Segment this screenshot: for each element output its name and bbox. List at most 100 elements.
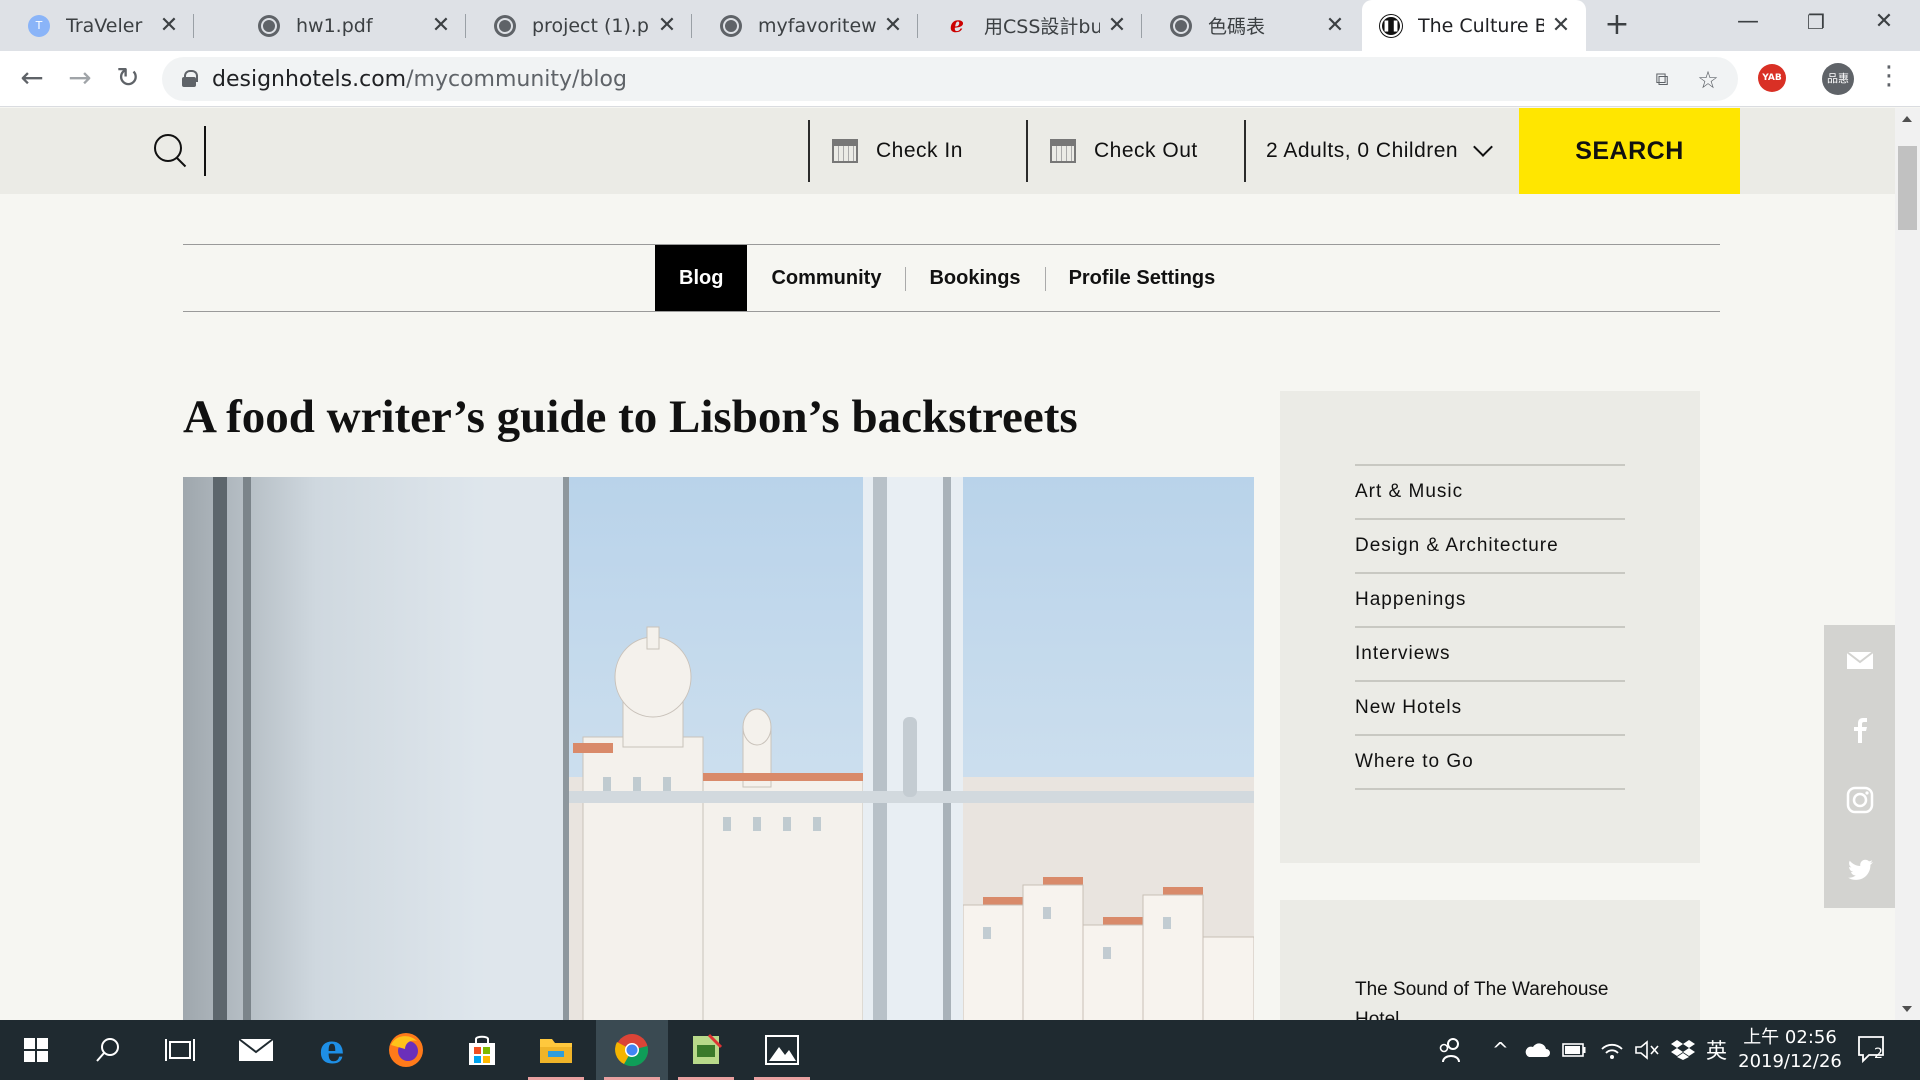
chevron-down-icon [1473, 137, 1494, 157]
guests-value: 2 Adults, 0 Children [1266, 139, 1459, 162]
task-view-icon[interactable] [144, 1020, 216, 1080]
people-icon[interactable] [1436, 1020, 1464, 1080]
category-where-to-go[interactable]: Where to Go [1355, 736, 1625, 790]
acrobat-icon: ℯ [950, 13, 964, 38]
avatar[interactable]: 品惠 [1822, 63, 1854, 95]
community-subnav: Blog Community Bookings Profile Settings [183, 244, 1720, 312]
tab-title: 色碼表 [1208, 16, 1266, 38]
scroll-down-arrow-icon[interactable] [1902, 1006, 1912, 1012]
category-design-architecture[interactable]: Design & Architecture [1355, 520, 1625, 574]
tab-blog[interactable]: Blog [655, 245, 748, 311]
category-panel: Art & Music Design & Architecture Happen… [1280, 391, 1700, 863]
category-interviews[interactable]: Interviews [1355, 628, 1625, 682]
close-tab-icon[interactable]: ✕ [1550, 13, 1572, 38]
firefox-icon[interactable] [370, 1020, 442, 1080]
category-happenings[interactable]: Happenings [1355, 574, 1625, 628]
tab-profile-settings[interactable]: Profile Settings [1044, 245, 1240, 311]
restore-icon[interactable]: ❐ [1782, 0, 1850, 44]
page-viewport: Check In Check Out 2 Adults, 0 Children … [0, 108, 1920, 1020]
calendar-icon [832, 139, 858, 163]
hero-image[interactable] [183, 477, 1254, 1020]
email-icon[interactable] [1824, 625, 1895, 695]
close-tab-icon[interactable]: ✕ [656, 13, 678, 38]
check-in-label: Check In [876, 139, 963, 162]
tab-css-button[interactable]: ℯ 用CSS設計butt ✕ [918, 0, 1142, 51]
edge-glyph: e [319, 1026, 345, 1073]
related-post-link[interactable]: The Sound of The Warehouse Hotel [1355, 975, 1635, 1020]
category-list: Art & Music Design & Architecture Happen… [1355, 464, 1625, 790]
edge-browser-icon[interactable]: e [296, 1020, 368, 1080]
scrollbar-thumb[interactable] [1898, 146, 1917, 230]
windows-start-icon[interactable] [0, 1020, 72, 1080]
tab-culture-blog[interactable]: ❚❚ The Culture Blo ✕ [1362, 0, 1586, 51]
forward-arrow-icon[interactable]: → [62, 61, 98, 97]
tab-hw1-pdf[interactable]: hw1.pdf ✕ [230, 0, 466, 51]
clock-time: 上午 02:56 [1743, 1027, 1837, 1048]
new-tab-icon[interactable]: + [1599, 8, 1635, 44]
search-icon[interactable] [152, 132, 188, 168]
tab-separator [193, 14, 194, 38]
bookmark-star-icon[interactable]: ☆ [1694, 66, 1722, 94]
category-new-hotels[interactable]: New Hotels [1355, 682, 1625, 736]
taskbar-clock[interactable]: 上午 02:56 2019/12/26 [1730, 1026, 1850, 1074]
translate-icon[interactable]: ⧉ [1648, 66, 1676, 94]
extension-badge[interactable]: YAB [1758, 64, 1786, 92]
tab-bookings[interactable]: Bookings [905, 245, 1044, 311]
close-tab-icon[interactable]: ✕ [882, 13, 904, 38]
battery-icon[interactable] [1562, 1020, 1586, 1080]
taskbar-search-icon[interactable] [72, 1020, 144, 1080]
close-tab-icon[interactable]: ✕ [1324, 13, 1346, 38]
browser-tab-strip: T TraVeler ✕ hw1.pdf ✕ project (1).pdf ✕… [0, 0, 1920, 51]
dropbox-icon[interactable] [1670, 1020, 1696, 1080]
tab-traveler[interactable]: T TraVeler ✕ [0, 0, 194, 51]
notepad-app-icon[interactable] [670, 1020, 742, 1080]
instagram-icon[interactable] [1824, 765, 1895, 835]
photos-app-icon[interactable] [746, 1020, 818, 1080]
close-tab-icon[interactable]: ✕ [1106, 13, 1128, 38]
volume-muted-icon[interactable] [1634, 1020, 1660, 1080]
tab-project-pdf[interactable]: project (1).pdf ✕ [466, 0, 692, 51]
chrome-icon[interactable] [596, 1020, 668, 1080]
input-method-indicator[interactable]: 英 [1706, 1020, 1727, 1080]
lock-icon [182, 70, 198, 87]
lisbon-window-view-illustration [183, 477, 1254, 1020]
scroll-up-arrow-icon[interactable] [1902, 116, 1912, 122]
address-bar[interactable]: designhotels.com/mycommunity/blog ⧉ ☆ [162, 57, 1738, 101]
page-scrollbar[interactable] [1895, 108, 1920, 1020]
category-art-music[interactable]: Art & Music [1355, 466, 1625, 520]
page-title[interactable]: A food writer’s guide to Lisbon’s backst… [183, 390, 1078, 444]
close-window-icon[interactable]: ✕ [1850, 0, 1918, 44]
onedrive-icon[interactable] [1524, 1020, 1550, 1080]
show-hidden-icons-chevron-icon[interactable]: ^ [1492, 1020, 1509, 1080]
file-explorer-icon[interactable] [520, 1020, 592, 1080]
globe-icon [494, 14, 516, 37]
tab-myfavoriteweb[interactable]: myfavoriteweb ✕ [692, 0, 918, 51]
tab-community[interactable]: Community [747, 245, 905, 311]
check-in-field[interactable]: Check In [808, 120, 1026, 182]
check-out-field[interactable]: Check Out [1026, 120, 1244, 182]
twitter-icon[interactable] [1824, 835, 1895, 905]
url-domain: designhotels.com [212, 67, 407, 92]
close-tab-icon[interactable]: ✕ [430, 13, 452, 38]
tab-color-table[interactable]: 色碼表 ✕ [1142, 0, 1360, 51]
tab-title: The Culture Blo [1418, 14, 1544, 37]
facebook-icon[interactable] [1824, 695, 1895, 765]
close-tab-icon[interactable]: ✕ [158, 13, 180, 38]
reload-icon[interactable]: ↻ [110, 61, 146, 97]
tab-title: myfavoriteweb [758, 14, 876, 37]
minimize-icon[interactable]: — [1714, 0, 1782, 44]
action-center-icon[interactable]: 2 [1857, 1034, 1887, 1064]
search-button[interactable]: SEARCH [1519, 108, 1740, 194]
store-icon[interactable] [446, 1020, 518, 1080]
wifi-icon[interactable] [1600, 1020, 1624, 1080]
url-text[interactable]: designhotels.com/mycommunity/blog [212, 67, 627, 92]
mail-app-icon[interactable] [220, 1020, 292, 1080]
back-arrow-icon[interactable]: ← [14, 61, 50, 97]
search-input[interactable] [204, 126, 206, 176]
guests-select[interactable]: 2 Adults, 0 Children [1244, 120, 1519, 182]
more-menu-icon[interactable]: ⋮ [1876, 61, 1902, 91]
tab-title: TraVeler [66, 14, 143, 37]
globe-icon [258, 14, 280, 37]
calendar-icon [1050, 139, 1076, 163]
browser-toolbar: ← → ↻ designhotels.com/mycommunity/blog … [0, 51, 1920, 107]
